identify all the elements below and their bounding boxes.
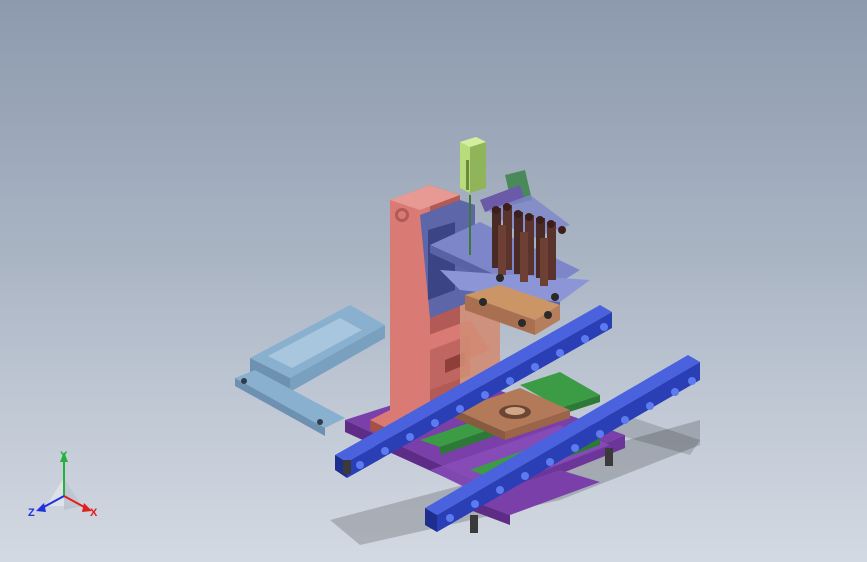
y-axis-label: Y (60, 450, 68, 462)
x-axis-label: X (90, 507, 98, 519)
cnc-machine-model[interactable] (0, 0, 867, 562)
z-axis-label: Z (28, 507, 35, 519)
3d-model-viewport[interactable]: Y X Z (0, 0, 867, 562)
coordinate-triad[interactable]: Y X Z (24, 446, 104, 526)
z-arrowhead-icon (36, 503, 46, 512)
